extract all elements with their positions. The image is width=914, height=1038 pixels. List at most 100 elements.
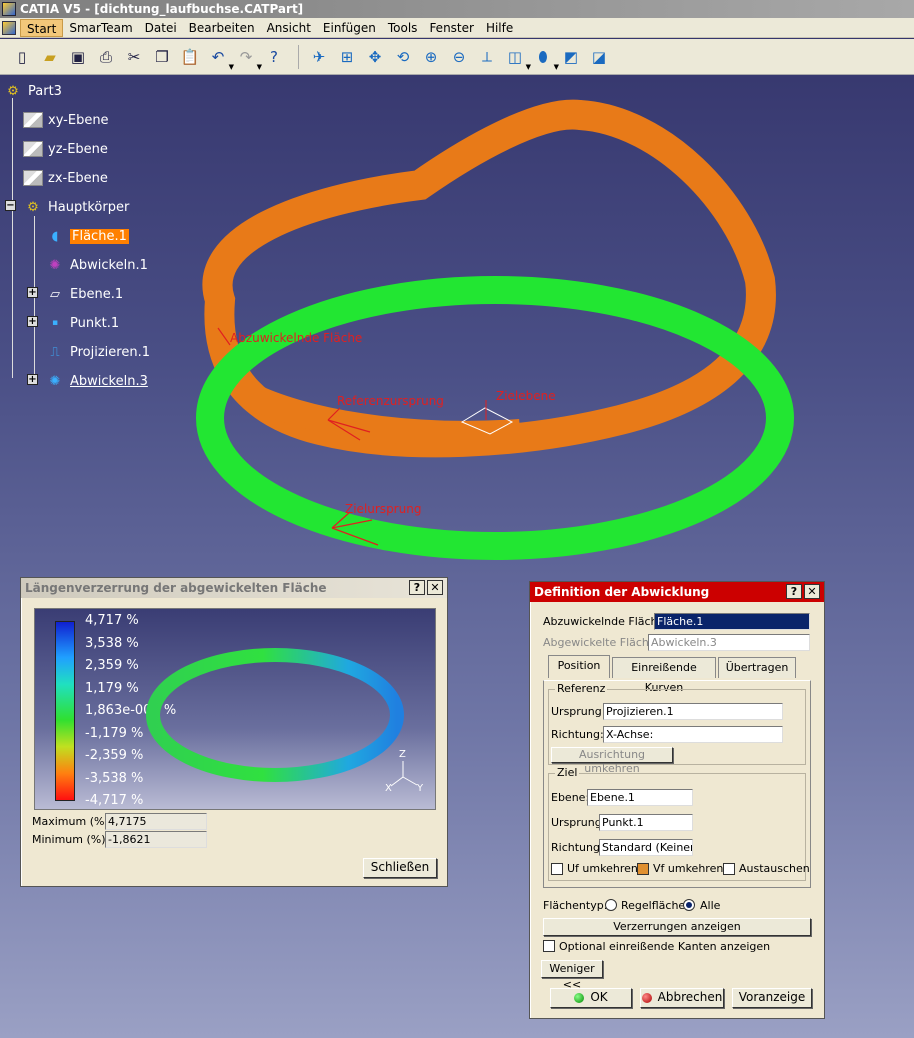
fit-all-icon[interactable]: ⊞: [335, 45, 359, 69]
hide-show-icon[interactable]: ◩: [559, 45, 583, 69]
close-icon[interactable]: ✕: [427, 580, 443, 595]
vf-reverse-label: Vf umkehren: [653, 862, 724, 875]
scene-label-target-origin: Zielursprung: [345, 502, 422, 516]
uf-reverse-checkbox[interactable]: [551, 863, 563, 875]
new-icon[interactable]: ▯: [10, 45, 34, 69]
cancel-button[interactable]: Abbrechen: [640, 988, 724, 1008]
tree-item-yz-ebene[interactable]: yz-Ebene: [22, 138, 108, 160]
copy-icon[interactable]: ❐: [150, 45, 174, 69]
target-plane-field[interactable]: Ebene.1: [587, 789, 693, 806]
definition-dialog-title: Definition der Abwicklung: [534, 585, 710, 599]
optional-edges-checkbox[interactable]: [543, 940, 555, 952]
save-icon[interactable]: ▣: [66, 45, 90, 69]
reference-direction-field[interactable]: X-Achse:: [603, 726, 783, 743]
ok-icon: [574, 992, 585, 1003]
collapse-toggle-hauptkoerper[interactable]: −: [5, 200, 16, 211]
scene-label-reference-origin: Referenzursprung: [337, 394, 444, 408]
vf-reverse-checkbox[interactable]: [637, 863, 649, 875]
catia-app-icon: [2, 2, 16, 16]
reference-group-title: Referenz: [555, 682, 608, 695]
plane-feature-icon: ▱: [50, 286, 60, 302]
projection-icon: ⎍: [50, 344, 60, 360]
tab-panel-position: Referenz Ursprung: Projizieren.1 Richtun…: [543, 680, 811, 888]
menu-hilfe[interactable]: Hilfe: [480, 19, 519, 37]
tree-item-projizieren1[interactable]: ⎍ Projizieren.1: [44, 341, 150, 363]
menu-einfuegen[interactable]: Einfügen: [317, 19, 382, 37]
pan-icon[interactable]: ✥: [363, 45, 387, 69]
ok-button[interactable]: OK: [550, 988, 632, 1008]
tab-tearing-curves[interactable]: Einreißende Kurven: [612, 657, 716, 694]
tree-item-abwickeln3[interactable]: ✺ Abwickeln.3: [44, 370, 148, 392]
target-direction-field[interactable]: Standard (Keiner): [599, 839, 693, 856]
ruled-surface-radio[interactable]: [605, 899, 617, 911]
menu-tools[interactable]: Tools: [382, 19, 424, 37]
reference-group: Referenz Ursprung: Projizieren.1 Richtun…: [548, 682, 806, 775]
tree-item-xy-ebene[interactable]: xy-Ebene: [22, 109, 109, 131]
iso-view-icon[interactable]: ◫ ▼: [503, 45, 531, 71]
target-origin-field[interactable]: Punkt.1: [599, 814, 693, 831]
tree-item-punkt1[interactable]: ▪ Punkt.1: [44, 312, 119, 334]
show-distortions-button[interactable]: Verzerrungen anzeigen: [543, 918, 811, 936]
tree-item-label: Hauptkörper: [48, 199, 130, 215]
tree-item-abwickeln1[interactable]: ✺ Abwickeln.1: [44, 254, 148, 276]
all-surfaces-radio[interactable]: [683, 899, 695, 911]
less-button[interactable]: Weniger <<: [541, 960, 603, 991]
undo-icon[interactable]: ↶ ▼: [206, 45, 234, 71]
menu-ansicht[interactable]: Ansicht: [261, 19, 317, 37]
tree-item-ebene1[interactable]: ▱ Ebene.1: [44, 283, 123, 305]
tree-item-hauptkoerper[interactable]: ⚙ Hauptkörper: [22, 196, 129, 218]
cut-icon[interactable]: ✂: [122, 45, 146, 69]
expand-toggle-punkt1[interactable]: +: [27, 316, 38, 327]
document-menu-icon[interactable]: [2, 21, 16, 35]
help-icon[interactable]: ?: [786, 584, 802, 599]
tree-root-part3[interactable]: ⚙ Part3: [2, 80, 62, 102]
tree-item-label: zx-Ebene: [48, 170, 108, 186]
specification-tree: ⚙ Part3 xy-Ebene yz-Ebene zx-Ebene − ⚙ H…: [0, 78, 240, 398]
source-surface-field[interactable]: Fläche.1: [654, 613, 810, 630]
max-label: Maximum (%):: [32, 815, 113, 828]
reference-origin-field[interactable]: Projizieren.1: [603, 703, 783, 720]
rotate-icon[interactable]: ⟲: [391, 45, 415, 69]
expand-toggle-abwickeln3[interactable]: +: [27, 374, 38, 385]
tree-item-flaeche1[interactable]: ◖ Fläche.1: [44, 225, 129, 247]
redo-icon[interactable]: ↷ ▼: [234, 45, 262, 71]
menu-start[interactable]: Start: [20, 18, 64, 37]
distortion-dialog-title-bar: Längenverzerrung der abgewickelten Fläch…: [21, 578, 447, 598]
render-style-icon[interactable]: ⬮ ▼: [531, 45, 559, 71]
normal-view-icon[interactable]: ⟂: [475, 45, 499, 69]
close-icon[interactable]: ✕: [804, 584, 820, 599]
target-direction-label: Richtung:: [551, 841, 604, 854]
tree-item-label: Projizieren.1: [70, 344, 150, 360]
target-plane-label: Ebene:: [551, 791, 590, 804]
tree-item-zx-ebene[interactable]: zx-Ebene: [22, 167, 108, 189]
fly-mode-icon[interactable]: ✈: [307, 45, 331, 69]
target-group-title: Ziel: [555, 766, 580, 779]
part-gear-icon: ⚙: [7, 83, 19, 99]
close-button[interactable]: Schließen: [363, 858, 437, 878]
swap-space-icon[interactable]: ◪: [587, 45, 611, 69]
max-value-field: 4,7175: [105, 813, 207, 830]
axis-z-label: Z: [399, 749, 406, 760]
tab-position[interactable]: Position: [548, 655, 610, 678]
paste-icon[interactable]: 📋: [178, 45, 202, 69]
swap-checkbox[interactable]: [723, 863, 735, 875]
cancel-icon: [641, 992, 652, 1003]
menu-datei[interactable]: Datei: [139, 19, 183, 37]
tree-item-label: Fläche.1: [70, 228, 129, 244]
menu-bearbeiten[interactable]: Bearbeiten: [183, 19, 261, 37]
axis-y-label: Y: [417, 783, 424, 794]
tab-strip: Position Einreißende Kurven Übertragen: [543, 655, 811, 694]
whats-this-icon[interactable]: ?: [262, 45, 286, 69]
swap-label: Austauschen: [739, 862, 810, 875]
menu-fenster[interactable]: Fenster: [423, 19, 480, 37]
print-icon[interactable]: ⎙: [94, 45, 118, 69]
zoom-out-icon[interactable]: ⊖: [447, 45, 471, 69]
open-icon[interactable]: ▰: [38, 45, 62, 69]
expand-toggle-ebene1[interactable]: +: [27, 287, 38, 298]
tab-transfer[interactable]: Übertragen: [718, 657, 796, 678]
zoom-in-icon[interactable]: ⊕: [419, 45, 443, 69]
menu-smarteam[interactable]: SmarTeam: [63, 19, 138, 37]
ruled-surface-label: Regelfläche: [621, 899, 686, 912]
help-icon[interactable]: ?: [409, 580, 425, 595]
preview-button[interactable]: Voranzeige: [732, 988, 812, 1008]
